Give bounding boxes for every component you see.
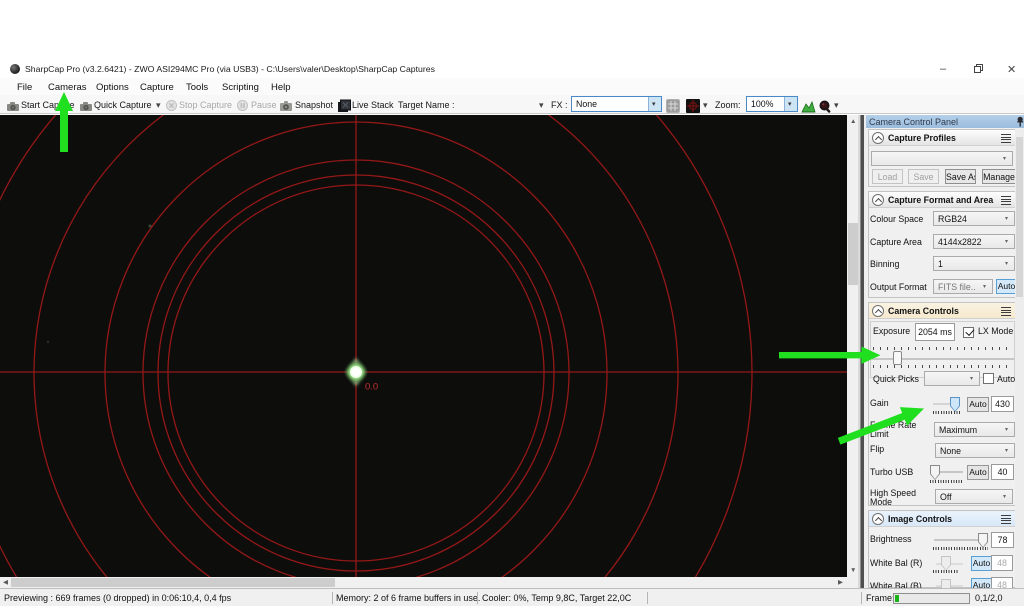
svg-text:0.0: 0.0 bbox=[365, 382, 378, 393]
